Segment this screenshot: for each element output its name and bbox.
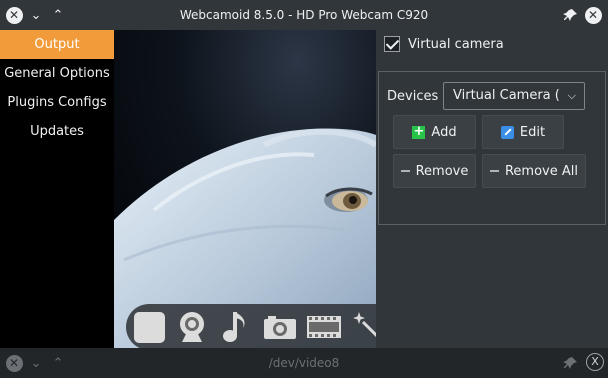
minus-icon bbox=[489, 170, 499, 172]
edit-button-label: Edit bbox=[519, 124, 546, 140]
output-panel: Virtual camera Devices Virtual Camera ( … bbox=[376, 30, 608, 348]
sidebar-item-updates[interactable]: Updates bbox=[0, 117, 114, 146]
add-button[interactable]: + Add bbox=[393, 115, 476, 149]
webcam-icon[interactable] bbox=[174, 309, 210, 345]
sidebar: Output General Options Plugins Configs U… bbox=[0, 30, 114, 348]
webcam-preview bbox=[114, 30, 376, 348]
music-note-icon[interactable] bbox=[218, 309, 254, 345]
sidebar-item-output[interactable]: Output bbox=[0, 30, 114, 59]
window-title: Webcamoid 8.5.0 - HD Pro Webcam C920 bbox=[179, 8, 429, 22]
video-window-titlebar: ✕ ⌄ ⌃ /dev/video8 X bbox=[0, 348, 608, 378]
pin-icon[interactable] bbox=[560, 353, 580, 373]
video-window-title: /dev/video8 bbox=[268, 356, 340, 370]
close-window-icon[interactable]: X bbox=[586, 353, 604, 371]
stop-icon[interactable] bbox=[131, 309, 167, 345]
devices-select[interactable]: Virtual Camera ( ⌵ bbox=[443, 82, 585, 110]
close-window-icon[interactable]: ✕ bbox=[583, 5, 603, 25]
minus-icon bbox=[400, 170, 410, 172]
film-strip-icon[interactable] bbox=[306, 309, 342, 345]
edit-button[interactable]: Edit bbox=[482, 115, 564, 149]
edit-icon bbox=[500, 125, 514, 139]
camera-icon[interactable] bbox=[262, 309, 298, 345]
remove-all-button[interactable]: Remove All bbox=[482, 154, 586, 188]
sidebar-item-general-options[interactable]: General Options bbox=[0, 59, 114, 88]
pin-icon[interactable] bbox=[560, 5, 580, 25]
remove-button-label: Remove bbox=[415, 163, 469, 179]
devices-label: Devices bbox=[387, 89, 439, 104]
virtual-camera-toggle[interactable]: Virtual camera bbox=[384, 36, 504, 52]
sidebar-item-plugins-configs[interactable]: Plugins Configs bbox=[0, 88, 114, 117]
add-icon: + bbox=[412, 123, 426, 139]
add-button-label: Add bbox=[431, 124, 457, 140]
remove-button[interactable]: Remove bbox=[393, 154, 476, 188]
window-titlebar: ✕ ⌄ ⌃ Webcamoid 8.5.0 - HD Pro Webcam C9… bbox=[0, 0, 608, 30]
chevron-down-icon: ⌵ bbox=[567, 89, 576, 102]
virtual-camera-label: Virtual camera bbox=[408, 36, 504, 52]
virtual-camera-checkbox[interactable] bbox=[384, 36, 400, 52]
devices-select-value: Virtual Camera ( bbox=[453, 88, 560, 103]
remove-all-button-label: Remove All bbox=[504, 163, 578, 179]
